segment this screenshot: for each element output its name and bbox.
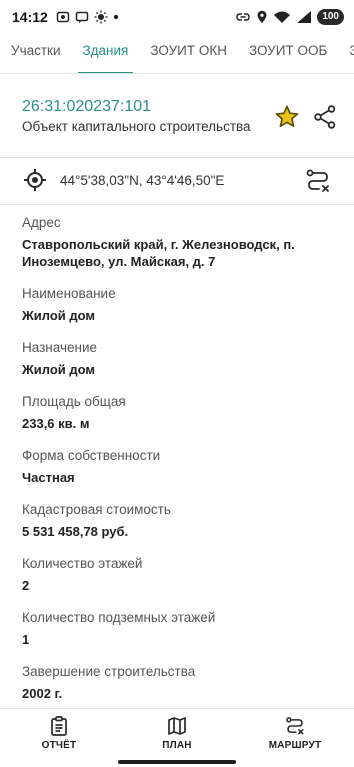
- status-right: 100: [235, 9, 344, 25]
- field-ownership: Форма собственности Частная: [22, 447, 342, 486]
- field-label: Адрес: [22, 215, 61, 230]
- signal-icon: [297, 11, 312, 23]
- tab-buildings[interactable]: Здания: [72, 34, 140, 73]
- route-button[interactable]: МАРШРУТ: [236, 709, 354, 756]
- field-label: Наименование: [22, 286, 116, 301]
- field-name: Наименование Жилой дом: [22, 285, 342, 324]
- field-value: Ставропольский край, г. Железноводск, п.…: [22, 237, 295, 269]
- route-icon: [286, 717, 304, 735]
- property-fields: Адрес Ставропольский край, г. Железновод…: [22, 214, 342, 717]
- field-label: Назначение: [22, 340, 98, 355]
- tab-zouit-oob[interactable]: ЗОУИТ ООБ: [238, 34, 338, 73]
- field-completion-year: Завершение строительства 2002 г.: [22, 663, 342, 702]
- field-value: Частная: [22, 470, 75, 485]
- status-time: 14:12: [12, 9, 48, 25]
- field-cadastral-value: Кадастровая стоимость 5 531 458,78 руб.: [22, 501, 342, 540]
- field-label: Количество подземных этажей: [22, 610, 216, 625]
- share-icon[interactable]: [313, 104, 337, 130]
- coordinates-row: 44°5'38,03"N, 43°4'46,50"E: [0, 158, 354, 204]
- link-icon: [236, 13, 251, 21]
- object-header: 26:31:020237:101 Объект капитального стр…: [0, 84, 354, 146]
- screenshot-icon: [56, 11, 70, 23]
- field-label: Количество этажей: [22, 556, 143, 571]
- tab-plots[interactable]: Участки: [0, 34, 72, 73]
- field-value: 2002 г.: [22, 686, 63, 701]
- plan-button[interactable]: ПЛАН: [118, 709, 236, 756]
- status-notification-icons: [56, 10, 119, 24]
- status-bar: 14:12 100: [0, 0, 354, 34]
- field-purpose: Назначение Жилой дом: [22, 339, 342, 378]
- route-label: МАРШРУТ: [268, 740, 322, 751]
- location-icon: [257, 10, 267, 23]
- battery-indicator: 100: [317, 9, 344, 25]
- weather-icon: [94, 10, 108, 24]
- field-label: Форма собственности: [22, 448, 161, 463]
- field-label: Завершение строительства: [22, 664, 196, 679]
- map-icon: [168, 717, 186, 735]
- location-target-icon[interactable]: [23, 168, 47, 192]
- field-label: Кадастровая стоимость: [22, 502, 171, 517]
- plan-label: ПЛАН: [162, 740, 192, 751]
- field-value: Жилой дом: [22, 308, 96, 323]
- favorite-star-icon[interactable]: [274, 104, 300, 130]
- field-value: Жилой дом: [22, 362, 96, 377]
- report-button[interactable]: ОТЧЁТ: [0, 709, 118, 756]
- tab-bar: Участки Здания ЗОУИТ ОКН ЗОУИТ ООБ З: [0, 34, 354, 74]
- cadastral-number[interactable]: 26:31:020237:101: [22, 98, 151, 116]
- field-floors: Количество этажей 2: [22, 555, 342, 594]
- tab-zouit-okn[interactable]: ЗОУИТ ОКН: [139, 34, 238, 73]
- gesture-navigation-bar[interactable]: [118, 760, 236, 764]
- field-address: Адрес Ставропольский край, г. Железновод…: [22, 214, 342, 270]
- field-value: 2: [22, 578, 30, 593]
- message-icon: [75, 11, 89, 23]
- divider: [0, 204, 354, 205]
- field-value: 5 531 458,78 руб.: [22, 524, 129, 539]
- tab-more[interactable]: З: [338, 34, 354, 73]
- report-clipboard-icon: [51, 716, 67, 736]
- bottom-action-bar: ОТЧЁТ ПЛАН МАРШРУТ: [0, 708, 354, 756]
- field-value: 233,6 кв. м: [22, 416, 90, 431]
- coordinates-text[interactable]: 44°5'38,03"N, 43°4'46,50"E: [60, 173, 224, 188]
- wifi-icon: [274, 11, 291, 23]
- report-label: ОТЧЁТ: [41, 740, 77, 751]
- field-value: 1: [22, 632, 30, 647]
- field-label: Площадь общая: [22, 394, 126, 409]
- object-type: Объект капитального строительства: [22, 119, 251, 134]
- field-area: Площадь общая 233,6 кв. м: [22, 393, 342, 432]
- field-underground-floors: Количество подземных этажей 1: [22, 609, 342, 648]
- route-icon[interactable]: [305, 168, 331, 194]
- dot-icon: [113, 14, 119, 20]
